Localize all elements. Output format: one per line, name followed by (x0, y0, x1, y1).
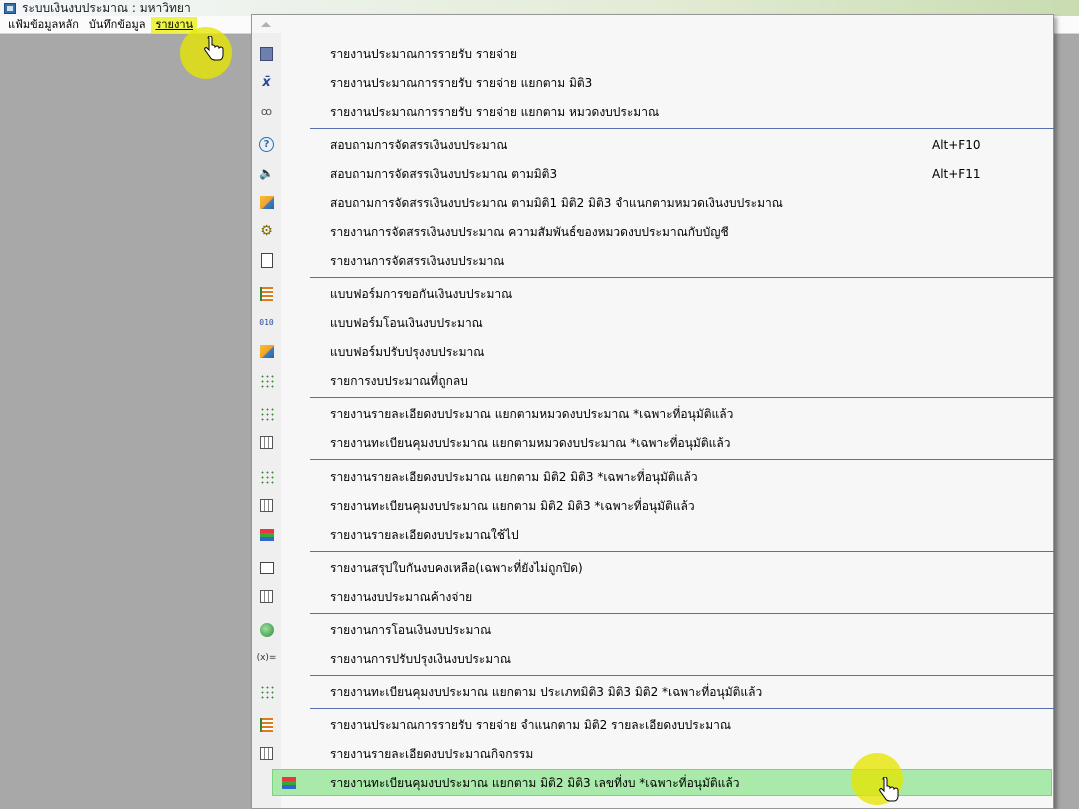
stack-icon (280, 774, 297, 791)
menu-item-label: รายงานทะเบียนคุมงบประมาณ แยกตาม มิติ2 มิ… (330, 499, 695, 513)
document-icon (258, 252, 275, 269)
window-icon (258, 559, 275, 576)
question-icon: ? (258, 136, 275, 153)
menu-item-income-expense-dim2-detail[interactable]: รายงานประมาณการรายรับ รายจ่าย จำแนกตาม ม… (252, 711, 1053, 739)
menu-item-label: รายงานประมาณการรายรับ รายจ่าย แยกตาม มิต… (330, 76, 593, 90)
menu-item-label: แบบฟอร์มปรับปรุงงบประมาณ (330, 345, 485, 359)
menu-separator (310, 277, 1054, 278)
menu-item-transfer-report[interactable]: รายงานการโอนเงินงบประมาณ (252, 616, 1053, 644)
menu-item-reserve-balance-summary[interactable]: รายงานสรุปใบกันงบคงเหลือ(เฉพาะที่ยังไม่ถ… (252, 554, 1053, 582)
menu-separator (310, 128, 1054, 129)
menu-item-label: รายงานรายละเอียดงบประมาณใช้ไป (330, 528, 519, 542)
menu-item-allocation-inquiry-dims[interactable]: สอบถามการจัดสรรเงินงบประมาณ ตามมิติ1 มิต… (252, 189, 1053, 217)
menu-item-label: รายงานรายละเอียดงบประมาณกิจกรรม (330, 747, 534, 761)
scroll-up-arrow-icon (261, 22, 271, 27)
menu-item-label: รายงานสรุปใบกันงบคงเหลือ(เฉพาะที่ยังไม่ถ… (330, 561, 583, 575)
menu-item-label: สอบถามการจัดสรรเงินงบประมาณ (330, 138, 508, 152)
menu-item-label: รายงานรายละเอียดงบประมาณ แยกตามหมวดงบประ… (330, 407, 734, 421)
menu-item-label: รายงานทะเบียนคุมงบประมาณ แยกตาม ประเภทมิ… (330, 685, 763, 699)
menu-reports[interactable]: รายงาน (151, 16, 198, 33)
menu-separator (310, 613, 1054, 614)
list-icon (258, 716, 275, 733)
menu-item-income-expense-by-dim3[interactable]: x̄ รายงานประมาณการรายรับ รายจ่าย แยกตาม … (252, 69, 1053, 97)
film-icon (258, 45, 275, 62)
box-icon (258, 194, 275, 211)
menu-item-deleted-items[interactable]: รายการงบประมาณที่ถูกลบ (252, 367, 1053, 395)
dots-icon (258, 405, 275, 422)
menu-item-allocation-inquiry-dim3[interactable]: 🔈 สอบถามการจัดสรรเงินงบประมาณ ตามมิติ3 A… (252, 160, 1053, 188)
menu-item-detail-used[interactable]: รายงานรายละเอียดงบประมาณใช้ไป (252, 521, 1053, 549)
menu-separator (310, 459, 1054, 460)
glasses-icon: ꝏ (260, 105, 273, 118)
menu-item-transfer-form[interactable]: 010 แบบฟอร์มโอนเงินงบประมาณ (252, 309, 1053, 337)
menu-item-label: แบบฟอร์มโอนเงินงบประมาณ (330, 316, 483, 330)
menu-item-label: รายงานรายละเอียดงบประมาณ แยกตาม มิติ2 มิ… (330, 470, 698, 484)
menu-item-register-by-dim2-dim3[interactable]: รายงานทะเบียนคุมงบประมาณ แยกตาม มิติ2 มิ… (252, 492, 1053, 520)
binary-icon: 010 (259, 318, 274, 327)
sheet-icon (258, 497, 275, 514)
menu-item-activity-detail[interactable]: รายงานรายละเอียดงบประมาณกิจกรรม (252, 740, 1053, 768)
box-icon (258, 343, 275, 360)
stack-icon (258, 526, 275, 543)
menu-item-label: สอบถามการจัดสรรเงินงบประมาณ ตามมิติ3 (330, 167, 558, 181)
grid-icon (258, 588, 275, 605)
formula-icon: x̄ (262, 75, 271, 90)
menu-item-allocation-account-relation[interactable]: ⚙ รายงานการจัดสรรเงินงบประมาณ ความสัมพัน… (252, 218, 1053, 246)
menu-item-register-dim2-dim3-budget-no[interactable]: รายงานทะเบียนคุมงบประมาณ แยกตาม มิติ2 มิ… (272, 769, 1052, 796)
menu-item-label: รายงานการจัดสรรเงินงบประมาณ (330, 254, 505, 268)
menu-item-label: รายงานการโอนเงินงบประมาณ (330, 623, 492, 637)
menu-item-reserve-form[interactable]: แบบฟอร์มการขอกันเงินงบประมาณ (252, 280, 1053, 308)
menu-item-detail-by-dim2-dim3[interactable]: รายงานรายละเอียดงบประมาณ แยกตาม มิติ2 มิ… (252, 463, 1053, 491)
dots-icon (258, 468, 275, 485)
magnifier-icon (258, 621, 275, 638)
reports-dropdown-menu: รายงานประมาณการรายรับ รายจ่าย x̄ รายงานป… (251, 14, 1054, 809)
menu-item-detail-by-category[interactable]: รายงานรายละเอียดงบประมาณ แยกตามหมวดงบประ… (252, 400, 1053, 428)
menu-item-label: รายงานประมาณการรายรับ รายจ่าย (330, 47, 517, 61)
menu-separator (310, 708, 1054, 709)
list-icon (258, 285, 275, 302)
menu-item-allocation-report[interactable]: รายงานการจัดสรรเงินงบประมาณ (252, 247, 1053, 275)
app-icon (4, 2, 16, 14)
menu-item-register-by-type-dim3[interactable]: รายงานทะเบียนคุมงบประมาณ แยกตาม ประเภทมิ… (252, 678, 1053, 706)
menu-item-label: รายงานทะเบียนคุมงบประมาณ แยกตามหมวดงบประ… (330, 436, 731, 450)
menu-item-adjust-form[interactable]: แบบฟอร์มปรับปรุงงบประมาณ (252, 338, 1053, 366)
menu-item-allocation-inquiry[interactable]: ? สอบถามการจัดสรรเงินงบประมาณ Alt+F10 (252, 131, 1053, 159)
menu-item-label: รายงานงบประมาณค้างจ่าย (330, 590, 473, 604)
menu-separator (310, 675, 1054, 676)
menu-master-data[interactable]: แฟ้มข้อมูลหลัก (4, 17, 83, 33)
menu-item-label: รายงานการปรับปรุงเงินงบประมาณ (330, 652, 511, 666)
dots-icon (258, 372, 275, 389)
menu-item-label: รายการงบประมาณที่ถูกลบ (330, 374, 468, 388)
menu-item-label: แบบฟอร์มการขอกันเงินงบประมาณ (330, 287, 513, 301)
menu-item-income-expense-by-category[interactable]: ꝏ รายงานประมาณการรายรับ รายจ่าย แยกตาม ห… (252, 98, 1053, 126)
menu-item-label: รายงานประมาณการรายรับ รายจ่าย แยกตาม หมว… (330, 105, 660, 119)
dots-icon (258, 683, 275, 700)
menu-item-income-expense-report[interactable]: รายงานประมาณการรายรับ รายจ่าย (252, 40, 1053, 68)
menu-item-label: รายงานการจัดสรรเงินงบประมาณ ความสัมพันธ์… (330, 225, 729, 239)
menu-item-shortcut: Alt+F11 (932, 167, 981, 181)
gear-face-icon: ⚙ (260, 223, 273, 239)
menu-record-data[interactable]: บันทึกข้อมูล (85, 17, 150, 33)
window-title: ระบบเงินงบประมาณ : มหาวิทยา (22, 0, 191, 15)
menu-item-label: รายงานทะเบียนคุมงบประมาณ แยกตาม มิติ2 มิ… (330, 776, 740, 790)
function-icon: (x)= (256, 653, 277, 663)
menu-separator (310, 397, 1054, 398)
speaker-icon: 🔈 (259, 166, 274, 180)
grid-icon (258, 745, 275, 762)
menu-item-adjust-report[interactable]: (x)= รายงานการปรับปรุงเงินงบประมาณ (252, 645, 1053, 673)
menu-item-shortcut: Alt+F10 (932, 138, 981, 152)
hand-cursor-icon (204, 36, 224, 61)
scroll-up-button[interactable] (252, 15, 1053, 33)
menu-item-label: สอบถามการจัดสรรเงินงบประมาณ ตามมิติ1 มิต… (330, 196, 783, 210)
menu-item-label: รายงานประมาณการรายรับ รายจ่าย จำแนกตาม ม… (330, 718, 731, 732)
hand-cursor-icon (879, 777, 899, 802)
menu-separator (310, 551, 1054, 552)
menu-item-register-by-category[interactable]: รายงานทะเบียนคุมงบประมาณ แยกตามหมวดงบประ… (252, 429, 1053, 457)
menu-item-outstanding[interactable]: รายงานงบประมาณค้างจ่าย (252, 583, 1053, 611)
sheet-icon (258, 434, 275, 451)
